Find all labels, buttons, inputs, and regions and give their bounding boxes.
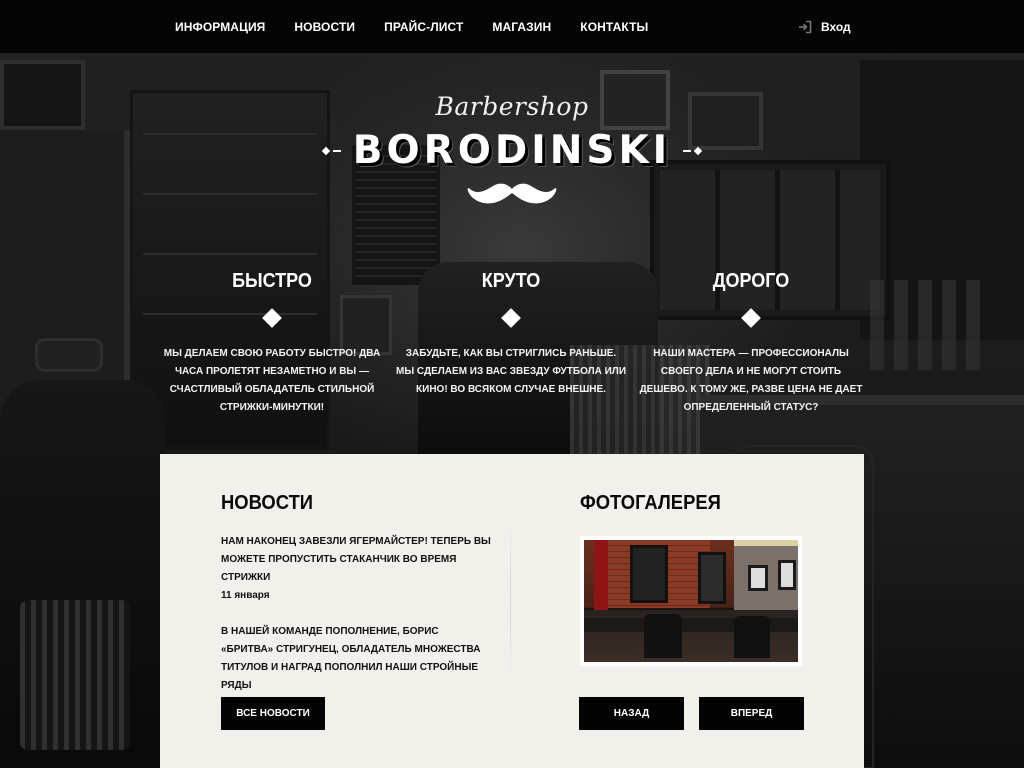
main-nav: Информация Новости Прайс-лист Магазин Ко… bbox=[175, 0, 677, 53]
logo-script-text: Barbershop bbox=[435, 92, 589, 121]
brand-logo: Barbershop BORODINSKI bbox=[0, 92, 1024, 207]
feature-text: Наши мастера — профессионалы своего дела… bbox=[639, 348, 863, 413]
feature-text: Забудьте, как вы стриглись раньше. Мы сд… bbox=[396, 348, 626, 395]
top-navbar: Информация Новости Прайс-лист Магазин Ко… bbox=[0, 0, 1024, 53]
diamond-icon bbox=[262, 308, 282, 328]
login-link[interactable]: Вход bbox=[798, 0, 851, 53]
login-arrow-icon bbox=[798, 20, 812, 34]
all-news-button[interactable]: Все новости bbox=[221, 697, 325, 730]
news-item-date: 11 января bbox=[221, 590, 270, 601]
nav-item-contacts[interactable]: Контакты bbox=[580, 20, 648, 34]
content-panel: Новости Нам наконец завезли Ягермайстер!… bbox=[160, 454, 864, 768]
feature-cool: Круто Забудьте, как вы стриглись раньше.… bbox=[396, 270, 626, 399]
login-label: Вход bbox=[821, 19, 851, 34]
diamond-icon bbox=[501, 308, 521, 328]
feature-expensive: Дорого Наши мастера — профессионалы свое… bbox=[636, 270, 866, 417]
dash-ornament bbox=[332, 149, 341, 152]
column-divider bbox=[510, 514, 511, 684]
news-section: Новости Нам наконец завезли Ягермайстер!… bbox=[221, 492, 491, 709]
mustache-icon bbox=[467, 183, 557, 204]
nav-item-pricelist[interactable]: Прайс-лист bbox=[384, 20, 463, 34]
barbershop-interior-image bbox=[584, 540, 798, 662]
news-item: Нам наконец завезли Ягермайстер! Теперь … bbox=[221, 533, 491, 601]
diamond-ornament-icon bbox=[693, 146, 703, 155]
news-title: Новости bbox=[221, 492, 314, 514]
feature-text: Мы делаем свою работу быстро! Два часа п… bbox=[163, 348, 381, 413]
nav-item-info[interactable]: Информация bbox=[175, 20, 265, 34]
news-item-text[interactable]: В нашей команде пополнение, Борис «Бритв… bbox=[221, 623, 491, 695]
news-item-text[interactable]: Нам наконец завезли Ягермайстер! Теперь … bbox=[221, 533, 491, 587]
nav-item-news[interactable]: Новости bbox=[294, 20, 355, 34]
dash-ornament bbox=[683, 149, 692, 152]
feature-title: Быстро bbox=[232, 270, 312, 292]
feature-title: Круто bbox=[481, 270, 541, 292]
gallery-next-button[interactable]: Вперед bbox=[699, 697, 804, 730]
diamond-ornament-icon bbox=[321, 146, 331, 155]
feature-fast: Быстро Мы делаем свою работу быстро! Два… bbox=[157, 270, 387, 417]
nav-item-shop[interactable]: Магазин bbox=[492, 20, 551, 34]
logo-brand-name: BORODINSKI bbox=[352, 128, 672, 173]
feature-title: Дорого bbox=[712, 270, 790, 292]
diamond-icon bbox=[741, 308, 761, 328]
gallery-title: Фотогалерея bbox=[580, 492, 721, 514]
gallery-photo[interactable] bbox=[580, 536, 802, 666]
gallery-prev-button[interactable]: Назад bbox=[579, 697, 684, 730]
